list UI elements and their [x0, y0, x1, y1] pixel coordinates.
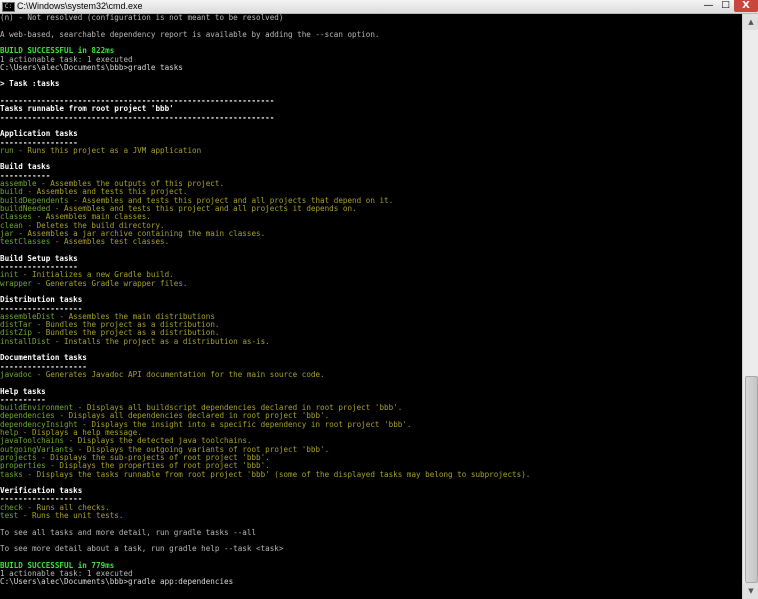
console-line: tasks - Displays the tasks runnable from… — [0, 469, 531, 479]
console-line: C:\Users\alec\Documents\bbb>gradle tasks — [0, 62, 183, 72]
console-line: > Task :tasks — [0, 79, 60, 89]
cmd-icon[interactable]: C: — [2, 2, 15, 12]
console-line: To see all tasks and more detail, run gr… — [0, 527, 257, 537]
title-bar[interactable]: C: C:\Windows\system32\cmd.exe — □ X — [0, 0, 758, 14]
console-line: ----------------------------------------… — [0, 112, 275, 122]
console-line: test - Runs the unit tests. — [0, 511, 124, 520]
maximize-button[interactable]: □ — [717, 0, 734, 12]
scroll-down-icon[interactable]: ▼ — [743, 583, 758, 599]
close-button[interactable]: X — [734, 0, 758, 12]
console-line: run - Runs this project as a JVM applica… — [0, 145, 202, 155]
console-line: A web-based, searchable dependency repor… — [0, 29, 380, 39]
console-line: wrapper - Generates Gradle wrapper files… — [0, 278, 188, 288]
console-line: javadoc - Generates Javadoc API document… — [0, 369, 325, 379]
minimize-button[interactable]: — — [700, 0, 717, 12]
scroll-thumb[interactable] — [745, 376, 758, 583]
console-line: testClasses - Assembles test classes. — [0, 237, 170, 247]
console-output[interactable]: (n) - Not resolved (configuration is not… — [0, 14, 740, 599]
console-line: (n) - Not resolved (configuration is not… — [0, 14, 284, 22]
scroll-up-icon[interactable]: ▲ — [743, 14, 758, 30]
vertical-scrollbar[interactable]: ▲ ▼ — [742, 14, 758, 599]
console-line: To see more detail about a task, run gra… — [0, 544, 284, 554]
console-line: C:\Users\alec\Documents\bbb>gradle app:d… — [0, 577, 234, 587]
cmd-window: C: C:\Windows\system32\cmd.exe — □ X (n)… — [0, 0, 758, 599]
console-line: installDist - Installs the project as a … — [0, 336, 270, 346]
window-title: C:\Windows\system32\cmd.exe — [17, 1, 143, 11]
